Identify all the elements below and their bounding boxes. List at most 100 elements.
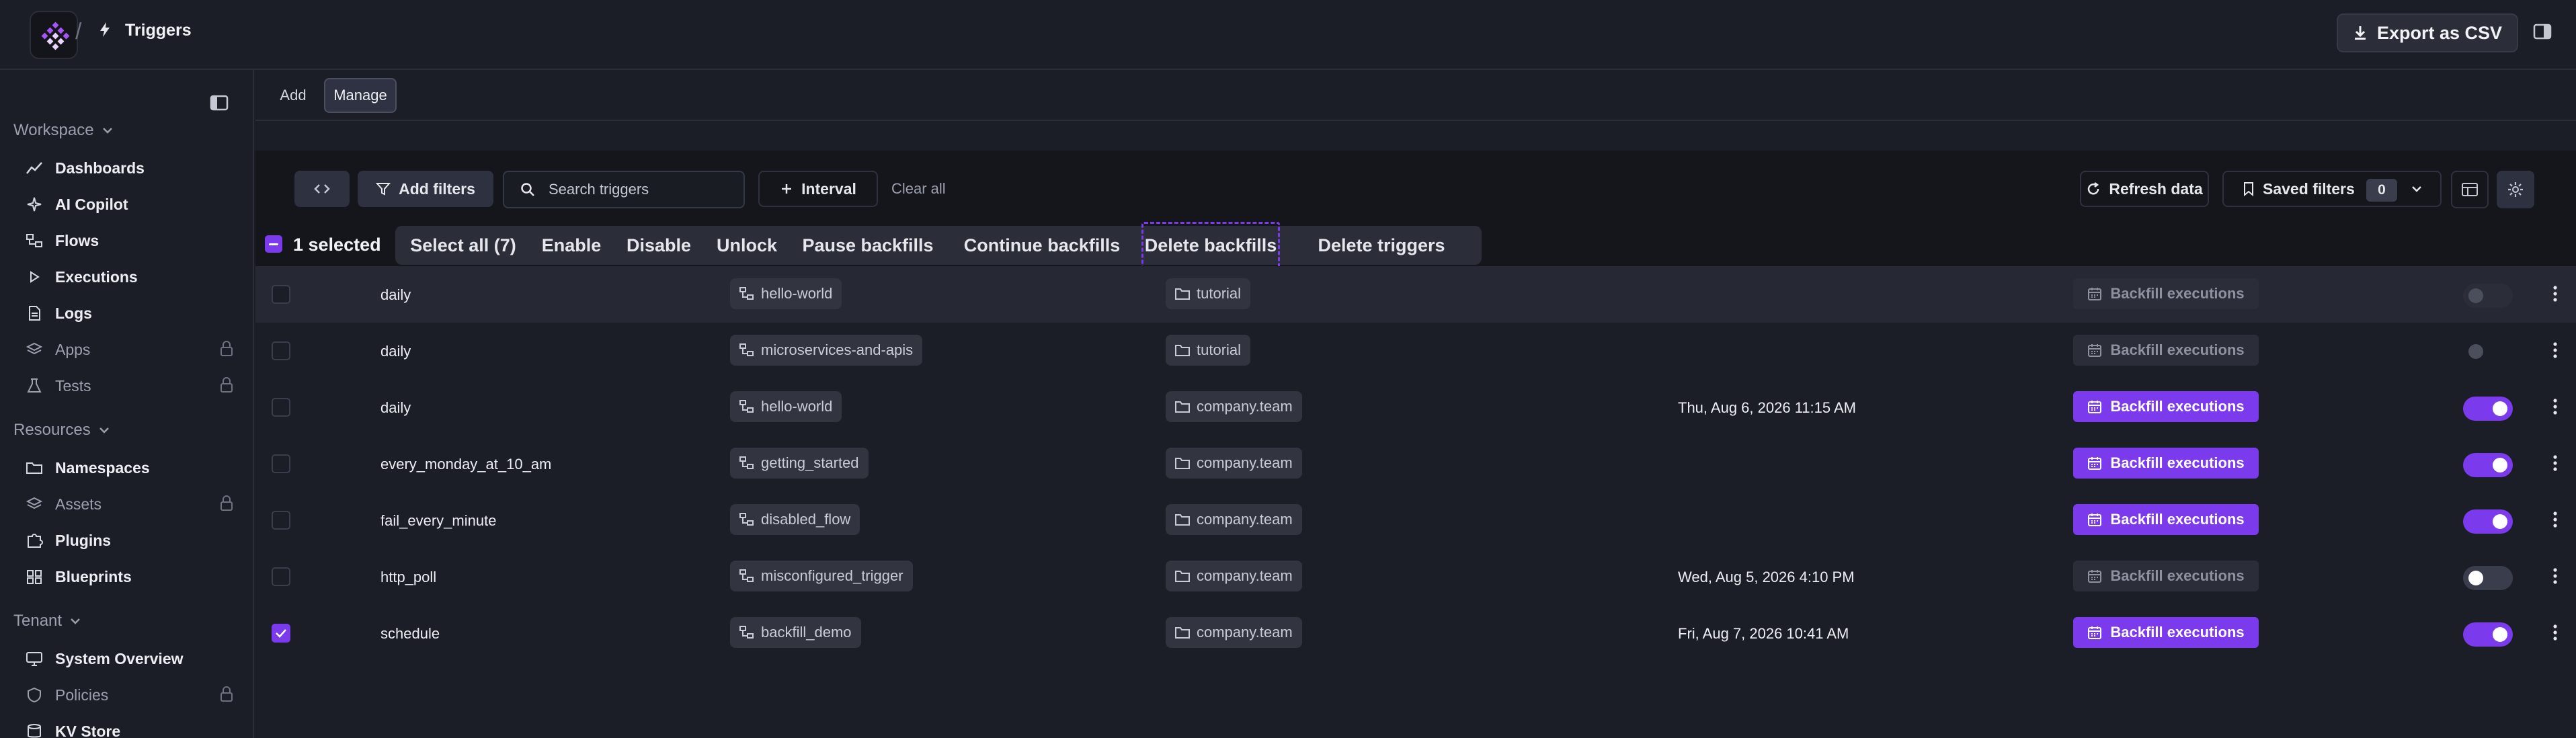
- table-row[interactable]: fail_every_minute disabled_flow company.…: [255, 492, 2576, 548]
- tab-add[interactable]: Add: [270, 78, 316, 113]
- flow-chip[interactable]: disabled_flow: [730, 504, 860, 535]
- sidebar-item-flows[interactable]: Flows: [26, 226, 234, 255]
- more-options-icon[interactable]: [2552, 622, 2559, 643]
- backfill-executions-label: Backfill executions: [2110, 624, 2245, 641]
- tenant-group-header[interactable]: Tenant: [13, 612, 81, 630]
- namespace-chip[interactable]: company.team: [1166, 448, 1302, 479]
- delete-triggers-button[interactable]: Delete triggers: [1284, 226, 1479, 265]
- more-options-icon[interactable]: [2552, 509, 2559, 530]
- row-checkbox[interactable]: [272, 567, 290, 586]
- table-row[interactable]: schedule backfill_demo company.team Fri,…: [255, 605, 2576, 661]
- interval-button[interactable]: Interval: [758, 171, 878, 207]
- trigger-toggle[interactable]: [2463, 453, 2513, 477]
- workspace-group-header[interactable]: Workspace: [13, 121, 113, 140]
- clear-all-button[interactable]: Clear all: [891, 180, 946, 198]
- namespace-chip[interactable]: tutorial: [1166, 335, 1251, 366]
- more-options-icon[interactable]: [2552, 397, 2559, 417]
- row-checkbox[interactable]: [272, 454, 290, 473]
- sidebar-item-namespaces[interactable]: Namespaces: [26, 453, 234, 483]
- sidebar-item-dashboards[interactable]: Dashboards: [26, 153, 234, 183]
- row-checkbox[interactable]: [272, 624, 290, 643]
- namespace-chip[interactable]: tutorial: [1166, 278, 1251, 309]
- sidebar-item-executions[interactable]: Executions: [26, 262, 234, 292]
- chevron-down-icon[interactable]: [2411, 184, 2423, 194]
- flow-chip[interactable]: backfill_demo: [730, 617, 861, 648]
- enable-button[interactable]: Enable: [531, 226, 612, 265]
- sidebar-item-label: Policies: [55, 686, 109, 704]
- row-checkbox[interactable]: [272, 398, 290, 417]
- sidebar-item-tests[interactable]: Tests: [26, 371, 234, 401]
- trigger-toggle[interactable]: [2463, 397, 2513, 421]
- backfill-executions-button[interactable]: Backfill executions: [2073, 561, 2259, 591]
- code-view-button[interactable]: [294, 171, 350, 207]
- backfill-executions-button[interactable]: Backfill executions: [2073, 448, 2259, 479]
- namespace-chip[interactable]: company.team: [1166, 561, 1302, 591]
- unlock-button[interactable]: Unlock: [706, 226, 788, 265]
- disable-button[interactable]: Disable: [612, 226, 706, 265]
- export-csv-button[interactable]: Export as CSV: [2337, 13, 2518, 52]
- sidebar-item-logs[interactable]: Logs: [26, 298, 234, 328]
- table-row[interactable]: daily hello-world company.team Thu, Aug …: [255, 379, 2576, 436]
- refresh-data-button[interactable]: Refresh data: [2080, 171, 2209, 207]
- row-checkbox[interactable]: [272, 341, 290, 360]
- backfill-executions-button[interactable]: Backfill executions: [2073, 617, 2259, 648]
- namespace-chip[interactable]: company.team: [1166, 391, 1302, 422]
- flow-chip[interactable]: hello-world: [730, 391, 842, 422]
- sidebar-item-apps[interactable]: Apps: [26, 335, 234, 364]
- breadcrumb-separator: /: [75, 19, 82, 44]
- trigger-toggle[interactable]: [2463, 284, 2513, 308]
- more-options-icon[interactable]: [2552, 340, 2559, 360]
- sidebar-item-kv-store[interactable]: KV Store: [26, 716, 234, 738]
- delete-backfills-button[interactable]: Delete backfills: [1141, 222, 1280, 269]
- sidebar-item-plugins[interactable]: Plugins: [26, 526, 234, 555]
- search-field[interactable]: [503, 171, 745, 208]
- more-options-icon[interactable]: [2552, 566, 2559, 586]
- table-row[interactable]: http_poll misconfigured_trigger company.…: [255, 548, 2576, 605]
- trigger-toggle[interactable]: [2463, 509, 2513, 534]
- table-row[interactable]: every_monday_at_10_am getting_started co…: [255, 436, 2576, 492]
- search-input[interactable]: [549, 181, 737, 198]
- resources-group-header[interactable]: Resources: [13, 421, 110, 440]
- sidebar-item-blueprints[interactable]: Blueprints: [26, 562, 234, 591]
- calendar-icon: [2087, 456, 2102, 470]
- tab-manage[interactable]: Manage: [324, 78, 397, 113]
- namespace-name: company.team: [1197, 398, 1293, 415]
- app-logo[interactable]: [30, 11, 78, 59]
- select-all-checkbox[interactable]: [265, 235, 282, 253]
- flow-chip[interactable]: hello-world: [730, 278, 842, 309]
- backfill-executions-button[interactable]: Backfill executions: [2073, 335, 2259, 366]
- backfill-executions-button[interactable]: Backfill executions: [2073, 504, 2259, 535]
- panel-toggle-icon[interactable]: [2533, 23, 2552, 40]
- continue-backfills-button[interactable]: Continue backfills: [948, 226, 1136, 265]
- puzzle-icon: [26, 532, 43, 548]
- namespace-chip[interactable]: company.team: [1166, 617, 1302, 648]
- trigger-toggle[interactable]: [2463, 566, 2513, 590]
- sidebar-item-assets[interactable]: Assets: [26, 489, 234, 519]
- sidebar-item-ai-copilot[interactable]: AI Copilot: [26, 190, 234, 219]
- backfill-executions-button[interactable]: Backfill executions: [2073, 391, 2259, 422]
- table-row[interactable]: daily microservices-and-apis tutorial Ba…: [255, 323, 2576, 379]
- flow-chip[interactable]: misconfigured_trigger: [730, 561, 913, 591]
- saved-filters-button[interactable]: Saved filters: [2222, 171, 2442, 207]
- more-options-icon[interactable]: [2552, 453, 2559, 473]
- pause-backfills-button[interactable]: Pause backfills: [788, 226, 948, 265]
- select-all-button[interactable]: Select all (7): [395, 226, 531, 265]
- flow-chip[interactable]: getting_started: [730, 448, 869, 479]
- sidebar-item-system-overview[interactable]: System Overview: [26, 644, 234, 673]
- flow-chip[interactable]: microservices-and-apis: [730, 335, 923, 366]
- settings-button[interactable]: [2497, 171, 2534, 208]
- add-filters-button[interactable]: Add filters: [358, 171, 493, 207]
- backfill-executions-button[interactable]: Backfill executions: [2073, 278, 2259, 309]
- table-row[interactable]: daily hello-world tutorial Backfill exec…: [255, 266, 2576, 323]
- sidebar-item-label: Tests: [55, 376, 91, 395]
- namespace-chip[interactable]: company.team: [1166, 504, 1302, 535]
- row-checkbox[interactable]: [272, 511, 290, 530]
- trigger-toggle[interactable]: [2468, 344, 2483, 359]
- table-view-button[interactable]: [2451, 171, 2489, 208]
- sidebar-collapse-icon[interactable]: [210, 94, 229, 112]
- sidebar-item-policies[interactable]: Policies: [26, 680, 234, 710]
- more-options-icon[interactable]: [2552, 284, 2559, 304]
- gear-icon: [2507, 181, 2524, 198]
- trigger-toggle[interactable]: [2463, 622, 2513, 647]
- row-checkbox[interactable]: [272, 285, 290, 304]
